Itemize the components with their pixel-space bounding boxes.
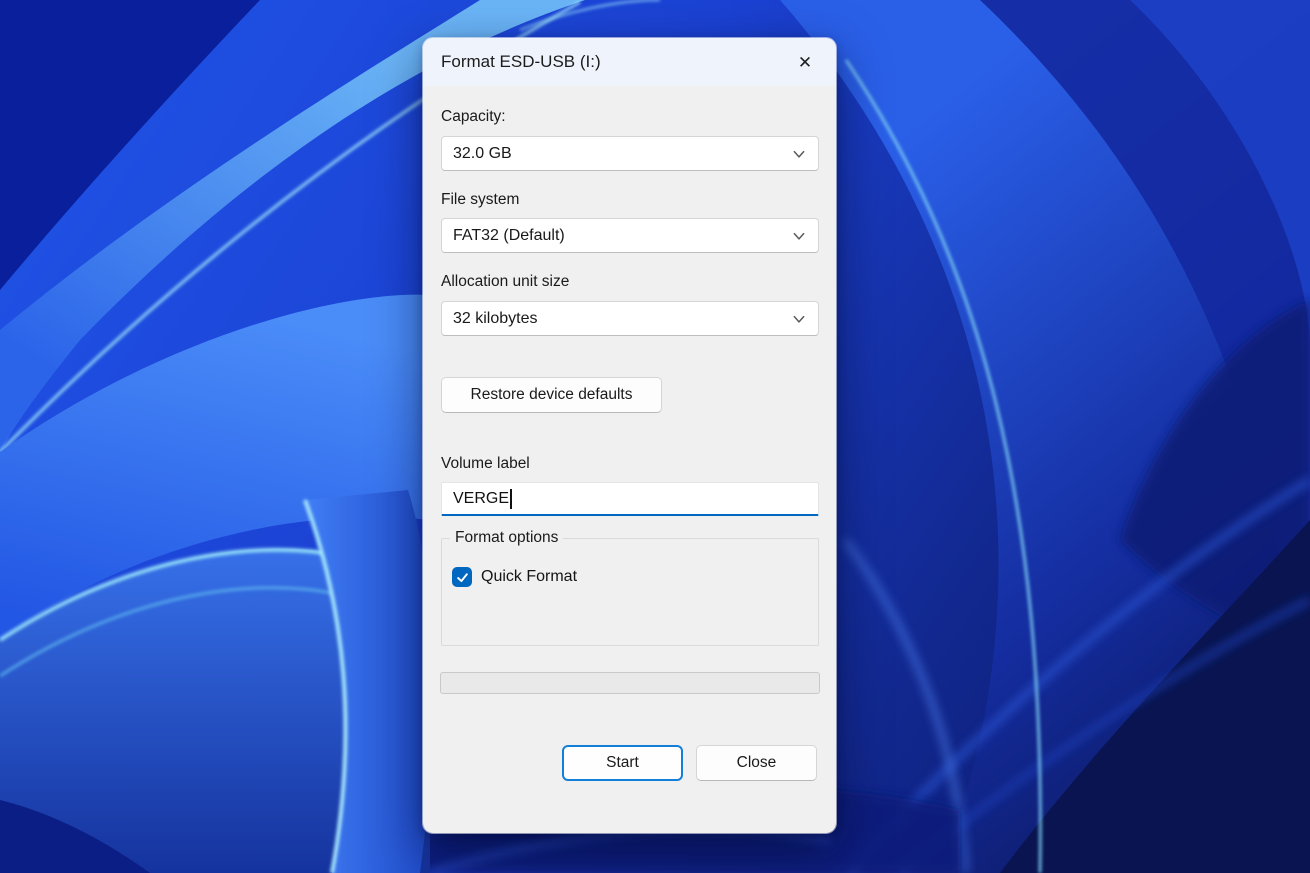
file-system-dropdown[interactable]: FAT32 (Default)	[441, 218, 819, 253]
quick-format-checkbox[interactable]	[452, 567, 472, 587]
close-button[interactable]: ✕	[788, 45, 822, 79]
volume-label: Volume label	[441, 455, 530, 472]
chevron-down-icon	[792, 229, 806, 243]
quick-format-row[interactable]: Quick Format	[452, 567, 577, 587]
capacity-value: 32.0 GB	[453, 144, 512, 162]
allocation-unit-dropdown[interactable]: 32 kilobytes	[441, 301, 819, 336]
file-system-label: File system	[441, 191, 520, 208]
text-caret	[510, 488, 512, 509]
capacity-label: Capacity:	[441, 108, 506, 125]
volume-label-input[interactable]: VERGE	[441, 482, 819, 516]
format-progress-bar	[440, 672, 820, 694]
close-dialog-button[interactable]: Close	[696, 745, 817, 781]
allocation-unit-label: Allocation unit size	[441, 273, 570, 290]
checkmark-icon	[456, 572, 468, 582]
titlebar: Format ESD-USB (I:) ✕	[423, 38, 836, 86]
restore-defaults-button[interactable]: Restore device defaults	[441, 377, 662, 413]
volume-label-value: VERGE	[453, 489, 510, 507]
chevron-down-icon	[792, 312, 806, 326]
format-dialog: Format ESD-USB (I:) ✕ Capacity: 32.0 GB …	[422, 37, 837, 834]
allocation-unit-value: 32 kilobytes	[453, 309, 538, 327]
desktop: Format ESD-USB (I:) ✕ Capacity: 32.0 GB …	[0, 0, 1310, 873]
capacity-dropdown[interactable]: 32.0 GB	[441, 136, 819, 171]
format-options-group: Format options Quick Format	[441, 529, 819, 646]
format-options-legend: Format options	[450, 529, 564, 547]
quick-format-label: Quick Format	[481, 568, 578, 585]
close-icon: ✕	[797, 52, 813, 72]
file-system-value: FAT32 (Default)	[453, 226, 565, 244]
chevron-down-icon	[792, 147, 806, 161]
dialog-title: Format ESD-USB (I:)	[441, 52, 601, 71]
start-button[interactable]: Start	[562, 745, 683, 781]
